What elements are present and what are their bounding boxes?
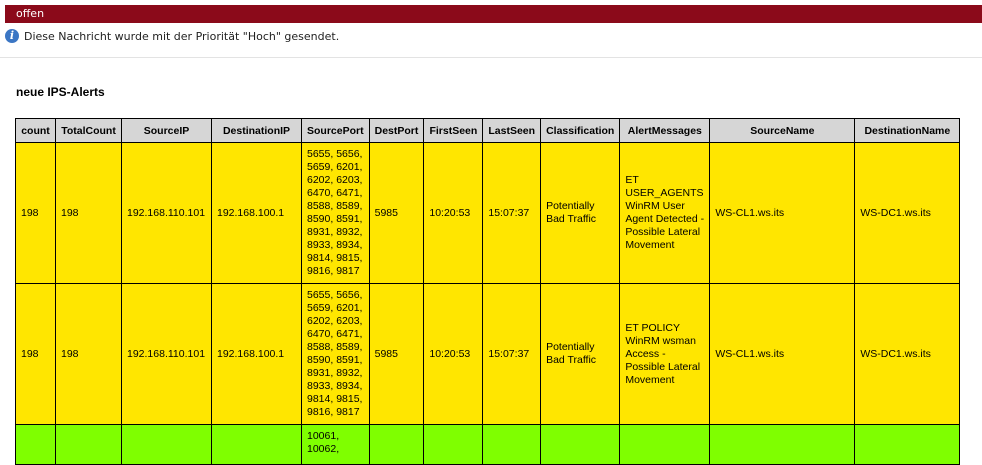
table-row: 198 198 192.168.110.101 192.168.100.1 56…	[15, 283, 961, 425]
cell-lastseen: 15:07:37	[482, 142, 542, 284]
table-header-row: count TotalCount SourceIP DestinationIP …	[15, 118, 961, 143]
cell-destinationip: 192.168.100.1	[211, 283, 302, 425]
cell-sourcename: WS-CL1.ws.its	[709, 283, 856, 425]
cell-sourceip: 192.168.110.101	[121, 142, 212, 284]
column-header-totalcount: TotalCount	[55, 118, 122, 143]
cell-alertmessages: ET USER_AGENTS WinRM User Agent Detected…	[619, 142, 711, 284]
column-header-destinationname: DestinationName	[854, 118, 961, 143]
cell-classification	[540, 424, 621, 465]
cell-sourceport: 5655, 5656, 5659, 6201, 6202, 6203, 6470…	[301, 283, 370, 425]
column-header-sourcename: SourceName	[709, 118, 856, 143]
info-icon: i	[5, 29, 19, 43]
cell-destinationname: WS-DC1.ws.its	[854, 283, 961, 425]
cell-count	[15, 424, 56, 465]
column-header-sourceip: SourceIP	[121, 118, 212, 143]
column-header-alertmessages: AlertMessages	[619, 118, 711, 143]
cell-count: 198	[15, 142, 56, 284]
section-title: neue IPS-Alerts	[16, 85, 105, 99]
cell-destinationname	[854, 424, 961, 465]
cell-alertmessages	[619, 424, 711, 465]
column-header-classification: Classification	[540, 118, 621, 143]
column-header-count: count	[15, 118, 56, 143]
cell-count: 198	[15, 283, 56, 425]
cell-totalcount: 198	[55, 283, 122, 425]
cell-sourceip: 192.168.110.101	[121, 283, 212, 425]
cell-destinationip	[211, 424, 302, 465]
cell-totalcount	[55, 424, 122, 465]
priority-info: i Diese Nachricht wurde mit der Prioritä…	[5, 27, 339, 45]
cell-classification: Potentially Bad Traffic	[540, 283, 621, 425]
cell-sourceport: 5655, 5656, 5659, 6201, 6202, 6203, 6470…	[301, 142, 370, 284]
cell-lastseen: 15:07:37	[482, 283, 542, 425]
cell-sourceport: 10061, 10062,	[301, 424, 370, 465]
cell-firstseen	[423, 424, 484, 465]
cell-firstseen: 10:20:53	[423, 142, 484, 284]
column-header-firstseen: FirstSeen	[423, 118, 484, 143]
cell-alertmessages: ET POLICY WinRM wsman Access - Possible …	[619, 283, 711, 425]
column-header-destport: DestPort	[368, 118, 425, 143]
cell-destport	[368, 424, 425, 465]
status-label: offen	[16, 7, 45, 20]
status-bar: offen	[5, 5, 982, 23]
ips-alerts-table: count TotalCount SourceIP DestinationIP …	[15, 118, 961, 465]
cell-classification: Potentially Bad Traffic	[540, 142, 621, 284]
column-header-sourceport: SourcePort	[301, 118, 370, 143]
column-header-lastseen: LastSeen	[482, 118, 542, 143]
table-row: 10061, 10062,	[15, 424, 961, 465]
table-row: 198 198 192.168.110.101 192.168.100.1 56…	[15, 142, 961, 284]
cell-totalcount: 198	[55, 142, 122, 284]
cell-sourcename: WS-CL1.ws.its	[709, 142, 856, 284]
priority-info-text: Diese Nachricht wurde mit der Priorität …	[24, 29, 340, 43]
cell-destport: 5985	[368, 283, 425, 425]
cell-destinationip: 192.168.100.1	[211, 142, 302, 284]
header-divider	[0, 57, 982, 58]
column-header-destinationip: DestinationIP	[211, 118, 302, 143]
cell-sourcename	[709, 424, 856, 465]
cell-firstseen: 10:20:53	[423, 283, 484, 425]
cell-destport: 5985	[368, 142, 425, 284]
cell-lastseen	[482, 424, 542, 465]
cell-destinationname: WS-DC1.ws.its	[854, 142, 961, 284]
cell-sourceip	[121, 424, 212, 465]
